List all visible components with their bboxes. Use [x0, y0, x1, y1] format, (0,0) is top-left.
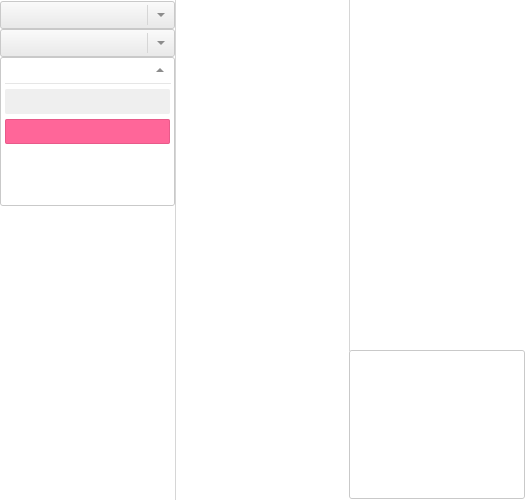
column-divider [349, 0, 350, 351]
dropdown-open-panel [0, 57, 175, 206]
dropdown-select[interactable] [0, 29, 175, 57]
chevron-down-icon [157, 41, 165, 45]
dropdown-header[interactable] [5, 58, 171, 84]
column-divider [175, 0, 176, 500]
chevron-up-icon[interactable] [156, 68, 164, 72]
dropdown-toggle[interactable] [147, 5, 174, 25]
dropdown-select[interactable] [0, 1, 175, 29]
dropdown-option[interactable] [5, 89, 170, 114]
dropdown-option-highlighted[interactable] [5, 119, 170, 144]
chevron-down-icon [157, 13, 165, 17]
dropdown-toggle[interactable] [147, 33, 174, 53]
empty-panel [349, 350, 525, 499]
